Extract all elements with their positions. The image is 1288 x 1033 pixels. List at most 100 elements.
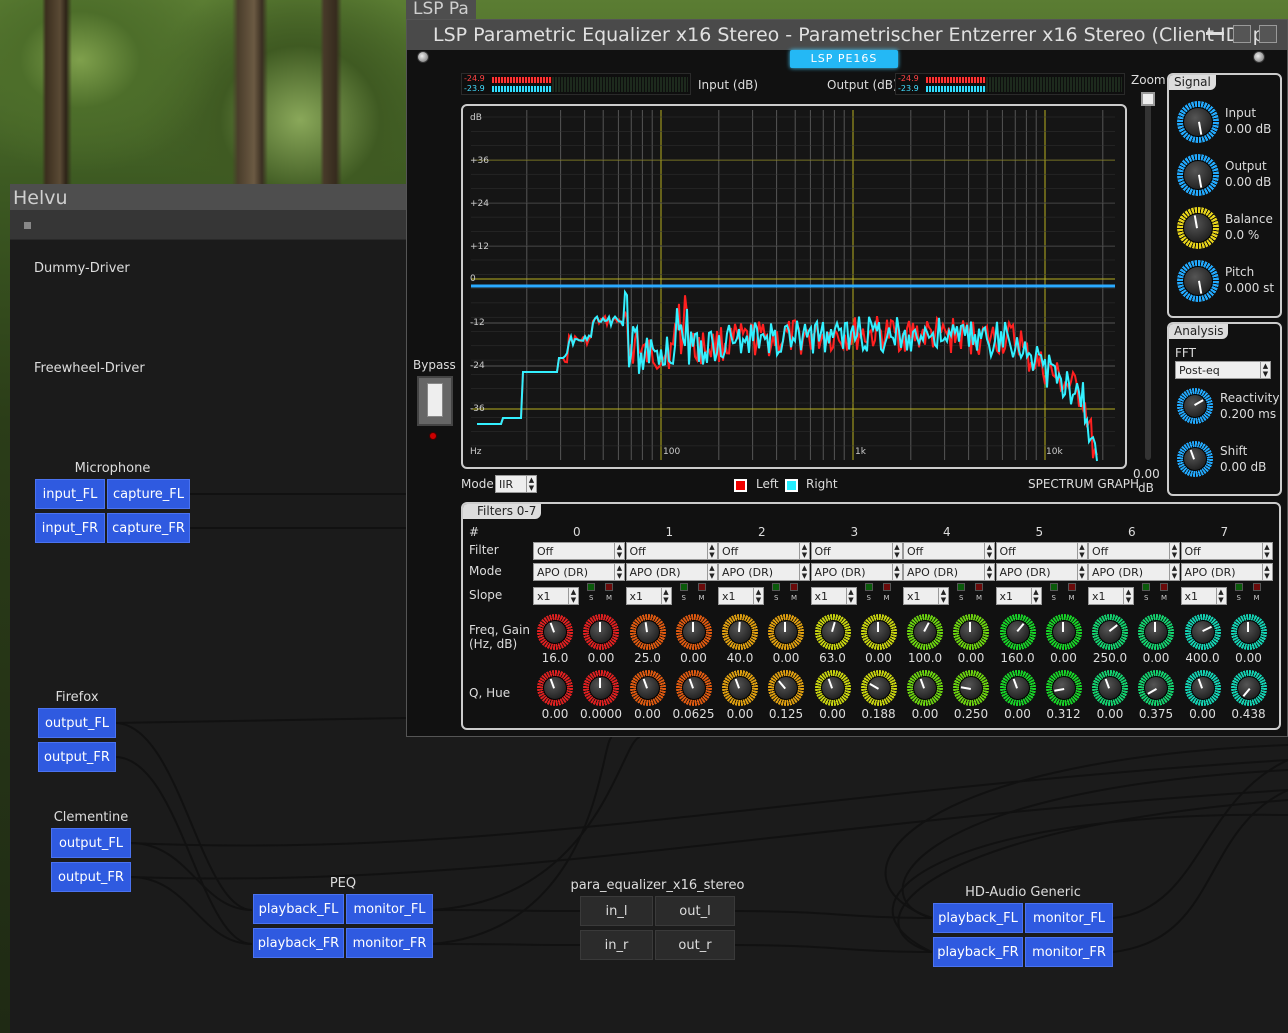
q-knob-1[interactable] bbox=[629, 670, 666, 706]
lsp-titlebar[interactable]: LSP Parametric Equalizer x16 Stereo - Pa… bbox=[407, 20, 1287, 50]
menu-icon[interactable] bbox=[24, 222, 31, 229]
q-knob-5[interactable] bbox=[999, 670, 1036, 706]
gain-knob-2[interactable] bbox=[768, 614, 804, 650]
analysis-knob-0[interactable] bbox=[1177, 388, 1213, 424]
left-channel-toggle[interactable] bbox=[734, 479, 747, 492]
port-para-in-r[interactable]: in_r bbox=[580, 930, 653, 960]
signal-knob-1[interactable] bbox=[1177, 154, 1219, 196]
solo-button[interactable] bbox=[864, 583, 873, 591]
gain-knob-1[interactable] bbox=[675, 614, 712, 650]
freewheel-driver-node[interactable]: Freewheel-Driver bbox=[34, 361, 145, 376]
port-peq-playback-fl[interactable]: playback_FL bbox=[253, 894, 344, 924]
filter-slope-select[interactable]: x1 ▲ ▼ bbox=[995, 587, 1042, 605]
mute-button[interactable] bbox=[790, 583, 798, 591]
filter-mode-select[interactable]: APO (DR) ▲ ▼ bbox=[810, 563, 903, 581]
hue-knob-6[interactable] bbox=[1138, 670, 1174, 706]
mute-button[interactable] bbox=[1252, 583, 1261, 591]
port-peq-monitor-fr[interactable]: monitor_FR bbox=[346, 928, 433, 958]
filter-slope-select[interactable]: x1 ▲ ▼ bbox=[625, 587, 672, 605]
port-peq-monitor-fl[interactable]: monitor_FL bbox=[346, 894, 433, 924]
signal-knob-0[interactable] bbox=[1177, 101, 1219, 143]
freq-knob-0[interactable] bbox=[537, 614, 573, 650]
bypass-switch[interactable] bbox=[417, 376, 453, 426]
filters-panel-title[interactable]: Filters 0-7 bbox=[463, 504, 542, 519]
hue-knob-5[interactable] bbox=[1045, 670, 1082, 706]
gain-knob-6[interactable] bbox=[1138, 614, 1174, 650]
para-eq-node-title[interactable]: para_equalizer_x16_stereo bbox=[560, 878, 755, 893]
filter-slope-select[interactable]: x1 ▲ ▼ bbox=[1088, 587, 1134, 605]
port-clementine-output-fr[interactable]: output_FR bbox=[51, 862, 131, 892]
mode-select[interactable]: IIR ▲ ▼ bbox=[495, 475, 537, 493]
freq-knob-4[interactable] bbox=[907, 614, 943, 650]
q-knob-7[interactable] bbox=[1184, 670, 1221, 706]
signal-knob-2[interactable] bbox=[1177, 207, 1219, 249]
port-capture-fr[interactable]: capture_FR bbox=[107, 513, 190, 543]
spectrum-graph[interactable]: dB Hz +36 +24 +12 0 -12 -24 -36 100 1k 1… bbox=[461, 104, 1127, 469]
port-capture-fl[interactable]: capture_FL bbox=[107, 479, 190, 509]
freq-knob-6[interactable] bbox=[1092, 614, 1128, 650]
mute-button[interactable] bbox=[1067, 583, 1076, 591]
filter-mode-select[interactable]: APO (DR) ▲ ▼ bbox=[1088, 563, 1180, 581]
filter-mode-select[interactable]: APO (DR) ▲ ▼ bbox=[625, 563, 718, 581]
gain-knob-7[interactable] bbox=[1230, 614, 1267, 650]
hue-knob-1[interactable] bbox=[675, 670, 712, 706]
background-window-title[interactable]: LSP Pa bbox=[406, 0, 476, 19]
right-channel-toggle[interactable] bbox=[785, 479, 798, 492]
mute-button[interactable] bbox=[1160, 583, 1168, 591]
mute-button[interactable] bbox=[975, 583, 983, 591]
firefox-node-title[interactable]: Firefox bbox=[38, 690, 116, 705]
port-hda-monitor-fl[interactable]: monitor_FL bbox=[1025, 903, 1113, 933]
port-hda-playback-fl[interactable]: playback_FL bbox=[933, 903, 1023, 933]
q-knob-2[interactable] bbox=[722, 670, 758, 706]
filter-type-select[interactable]: Off ▲ ▼ bbox=[718, 542, 810, 560]
filter-mode-select[interactable]: APO (DR) ▲ ▼ bbox=[995, 563, 1088, 581]
mute-button[interactable] bbox=[697, 583, 706, 591]
port-hda-monitor-fr[interactable]: monitor_FR bbox=[1025, 937, 1113, 967]
fft-select[interactable]: Post-eq ▲ ▼ bbox=[1175, 361, 1271, 379]
freq-knob-5[interactable] bbox=[999, 614, 1036, 650]
filter-type-select[interactable]: Off ▲ ▼ bbox=[625, 542, 718, 560]
filter-slope-select[interactable]: x1 ▲ ▼ bbox=[718, 587, 764, 605]
zoom-slider-track[interactable] bbox=[1145, 92, 1151, 460]
filter-slope-select[interactable]: x1 ▲ ▼ bbox=[1180, 587, 1227, 605]
freq-knob-1[interactable] bbox=[629, 614, 666, 650]
port-para-in-l[interactable]: in_l bbox=[580, 896, 653, 926]
close-button[interactable] bbox=[1259, 25, 1277, 43]
port-para-out-l[interactable]: out_l bbox=[655, 896, 735, 926]
maximize-button[interactable] bbox=[1233, 25, 1251, 43]
solo-button[interactable] bbox=[679, 583, 688, 591]
q-knob-3[interactable] bbox=[814, 670, 851, 706]
dummy-driver-node[interactable]: Dummy-Driver bbox=[34, 261, 130, 276]
hue-knob-7[interactable] bbox=[1230, 670, 1267, 706]
filter-type-select[interactable]: Off ▲ ▼ bbox=[995, 542, 1088, 560]
hue-knob-2[interactable] bbox=[768, 670, 804, 706]
microphone-node-title[interactable]: Microphone bbox=[35, 461, 190, 476]
filter-slope-select[interactable]: x1 ▲ ▼ bbox=[810, 587, 857, 605]
freq-knob-3[interactable] bbox=[814, 614, 851, 650]
filter-mode-select[interactable]: APO (DR) ▲ ▼ bbox=[718, 563, 810, 581]
hd-audio-node-title[interactable]: HD-Audio Generic bbox=[933, 885, 1113, 900]
freq-knob-2[interactable] bbox=[722, 614, 758, 650]
filter-type-select[interactable]: Off ▲ ▼ bbox=[903, 542, 995, 560]
port-clementine-output-fl[interactable]: output_FL bbox=[51, 828, 131, 858]
solo-button[interactable] bbox=[1234, 583, 1243, 591]
mute-button[interactable] bbox=[882, 583, 891, 591]
hue-knob-3[interactable] bbox=[860, 670, 897, 706]
filter-type-select[interactable]: Off ▲ ▼ bbox=[1088, 542, 1180, 560]
filter-slope-select[interactable]: x1 ▲ ▼ bbox=[903, 587, 949, 605]
q-knob-0[interactable] bbox=[537, 670, 573, 706]
zoom-slider-handle[interactable] bbox=[1141, 92, 1155, 106]
solo-button[interactable] bbox=[1142, 583, 1150, 591]
port-peq-playback-fr[interactable]: playback_FR bbox=[253, 928, 344, 958]
clementine-node-title[interactable]: Clementine bbox=[51, 810, 131, 825]
port-firefox-output-fr[interactable]: output_FR bbox=[38, 742, 116, 772]
solo-button[interactable] bbox=[1049, 583, 1058, 591]
solo-button[interactable] bbox=[772, 583, 780, 591]
solo-button[interactable] bbox=[587, 583, 595, 591]
signal-knob-3[interactable] bbox=[1177, 260, 1219, 302]
port-input-fr[interactable]: input_FR bbox=[35, 513, 105, 543]
minimize-button[interactable] bbox=[1206, 32, 1224, 35]
analysis-knob-1[interactable] bbox=[1177, 441, 1213, 477]
gain-knob-4[interactable] bbox=[953, 614, 989, 650]
port-firefox-output-fl[interactable]: output_FL bbox=[38, 708, 116, 738]
